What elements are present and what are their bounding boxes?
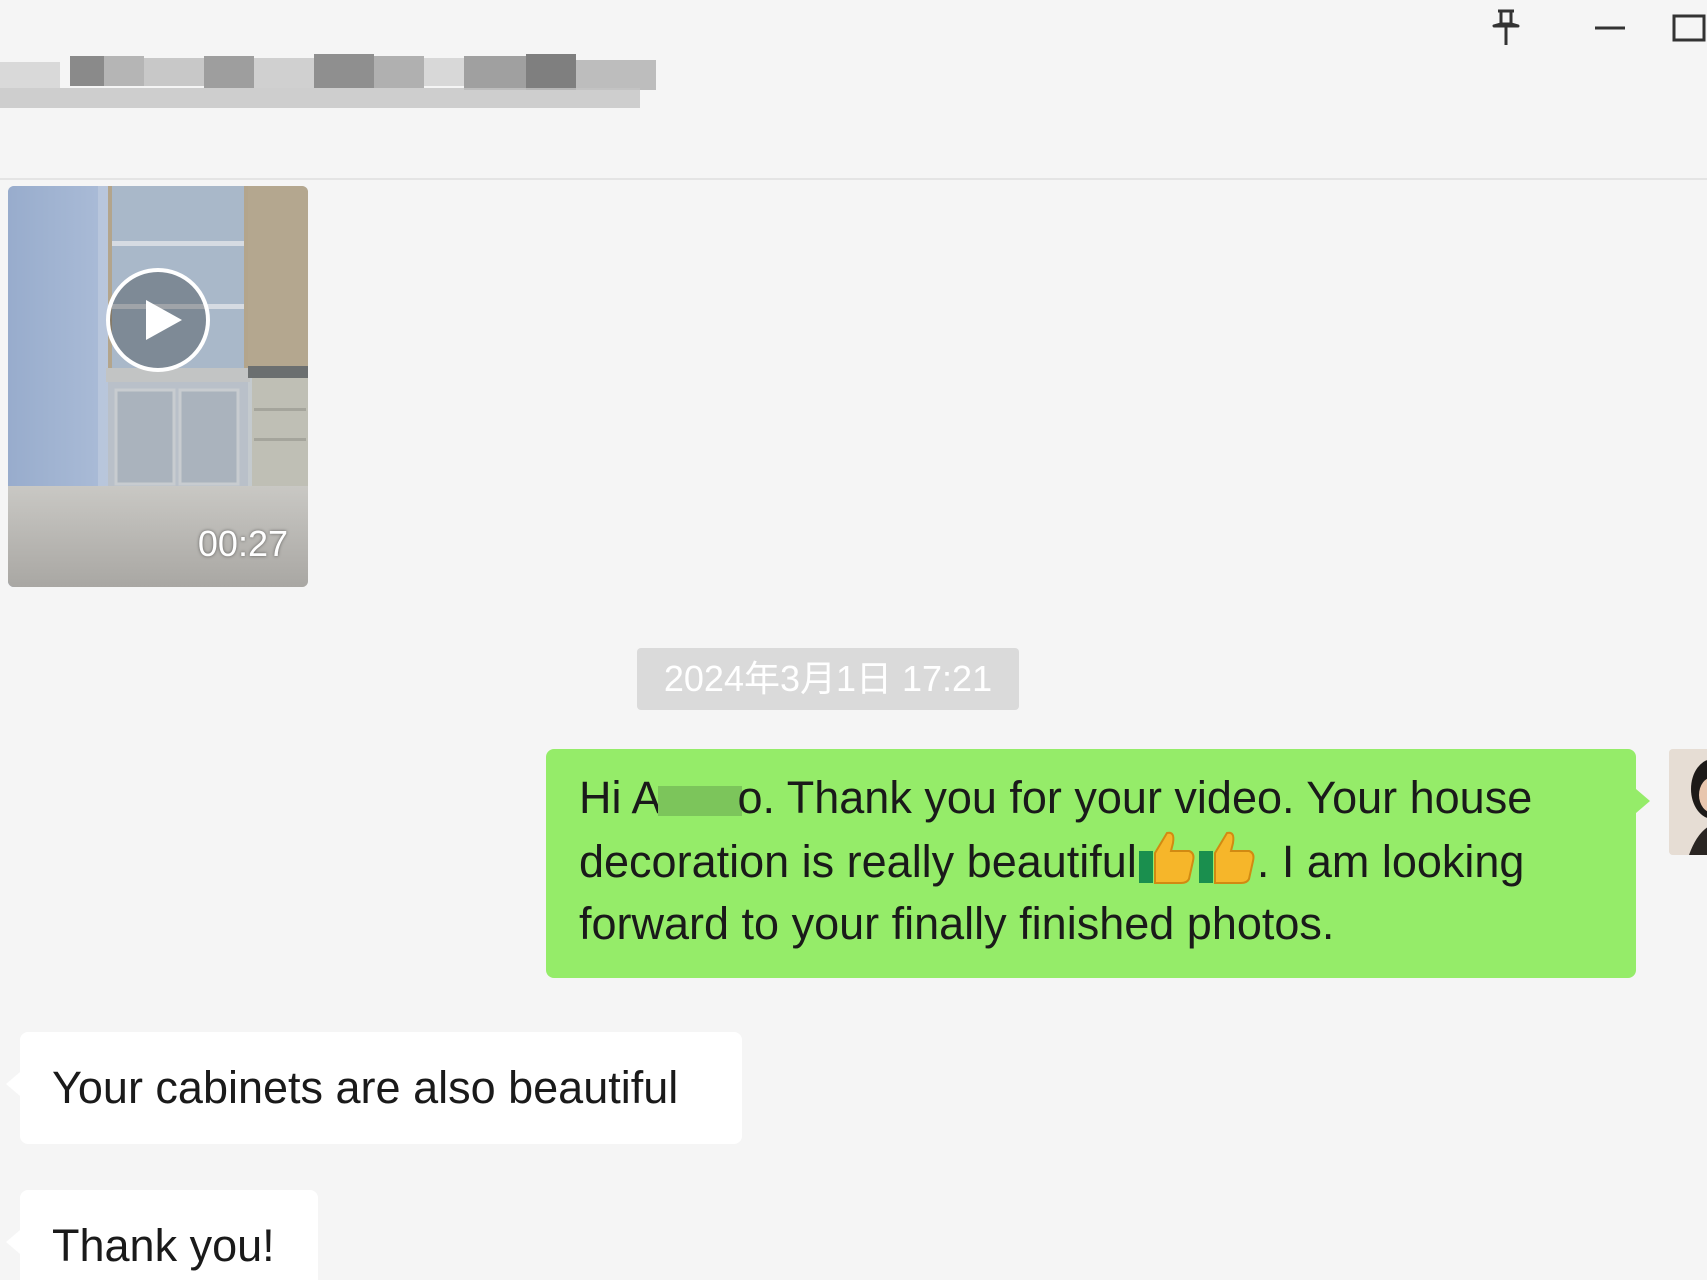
maximize-icon: [1672, 14, 1706, 42]
incoming-text: Your cabinets are also beautiful: [52, 1062, 679, 1113]
incoming-text: Thank you!: [52, 1220, 275, 1271]
chat-window: 00:27 2024年3月1日 17:21 Hi Ao. Thank you f…: [0, 0, 1707, 1280]
outgoing-message[interactable]: Hi Ao. Thank you for your video. Your ho…: [546, 749, 1650, 978]
video-duration: 00:27: [197, 523, 288, 564]
incoming-message[interactable]: Thank you!: [6, 1190, 318, 1280]
incoming-message[interactable]: Your cabinets are also beautiful: [6, 1032, 742, 1144]
video-message[interactable]: 00:27: [8, 186, 308, 587]
pin-icon: [1492, 9, 1520, 45]
chat-area: 00:27 2024年3月1日 17:21 Hi Ao. Thank you f…: [0, 180, 1707, 1280]
play-icon: [106, 268, 210, 372]
minimize-button[interactable]: [1590, 6, 1630, 50]
pin-button[interactable]: [1486, 6, 1526, 50]
message-timestamp: 2024年3月1日 17:21: [637, 648, 1019, 710]
avatar-image: [1669, 749, 1707, 855]
thumbs-up-icon: [1138, 831, 1195, 884]
chat-header: [0, 0, 1707, 180]
maximize-button[interactable]: [1672, 8, 1707, 52]
redacted-name: [657, 786, 742, 817]
thumbs-up-icon: [1198, 831, 1255, 884]
outgoing-text-start: Hi A: [579, 772, 662, 823]
avatar[interactable]: [1669, 749, 1707, 855]
minimize-icon: [1595, 26, 1625, 30]
chat-title-redacted: [0, 50, 660, 116]
